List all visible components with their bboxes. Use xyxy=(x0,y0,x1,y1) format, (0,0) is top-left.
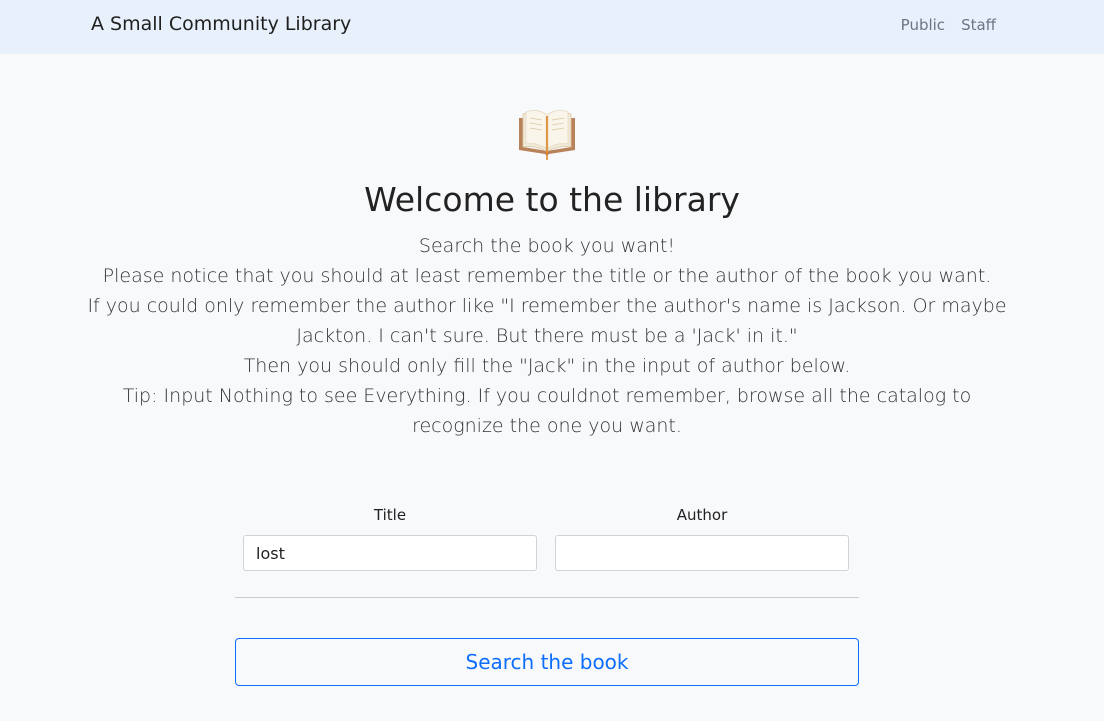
search-button[interactable]: Search the book xyxy=(235,638,859,686)
open-book-icon xyxy=(519,110,575,160)
title-input[interactable] xyxy=(243,535,537,571)
description-line: If you could only remember the author li… xyxy=(87,295,1007,347)
author-input[interactable] xyxy=(555,535,849,571)
title-label: Title xyxy=(373,506,407,524)
nav-links: Public Staff xyxy=(901,16,996,34)
description-line: Tip: Input Nothing to see Everything. If… xyxy=(122,385,972,437)
description-line: Search the book you want! xyxy=(418,235,676,257)
nav-link-staff[interactable]: Staff xyxy=(961,16,996,34)
author-label: Author xyxy=(676,506,728,524)
description-line: Then you should only fill the "Jack" in … xyxy=(243,355,851,377)
form-divider xyxy=(235,597,859,598)
top-navbar: A Small Community Library Public Staff xyxy=(0,0,1104,54)
brand-link[interactable]: A Small Community Library xyxy=(91,13,351,35)
page-title: Welcome to the library xyxy=(364,180,740,219)
description-line: Please notice that you should at least r… xyxy=(102,265,992,287)
page-description: Search the book you want! Please notice … xyxy=(74,231,1020,441)
nav-link-public[interactable]: Public xyxy=(901,16,945,34)
